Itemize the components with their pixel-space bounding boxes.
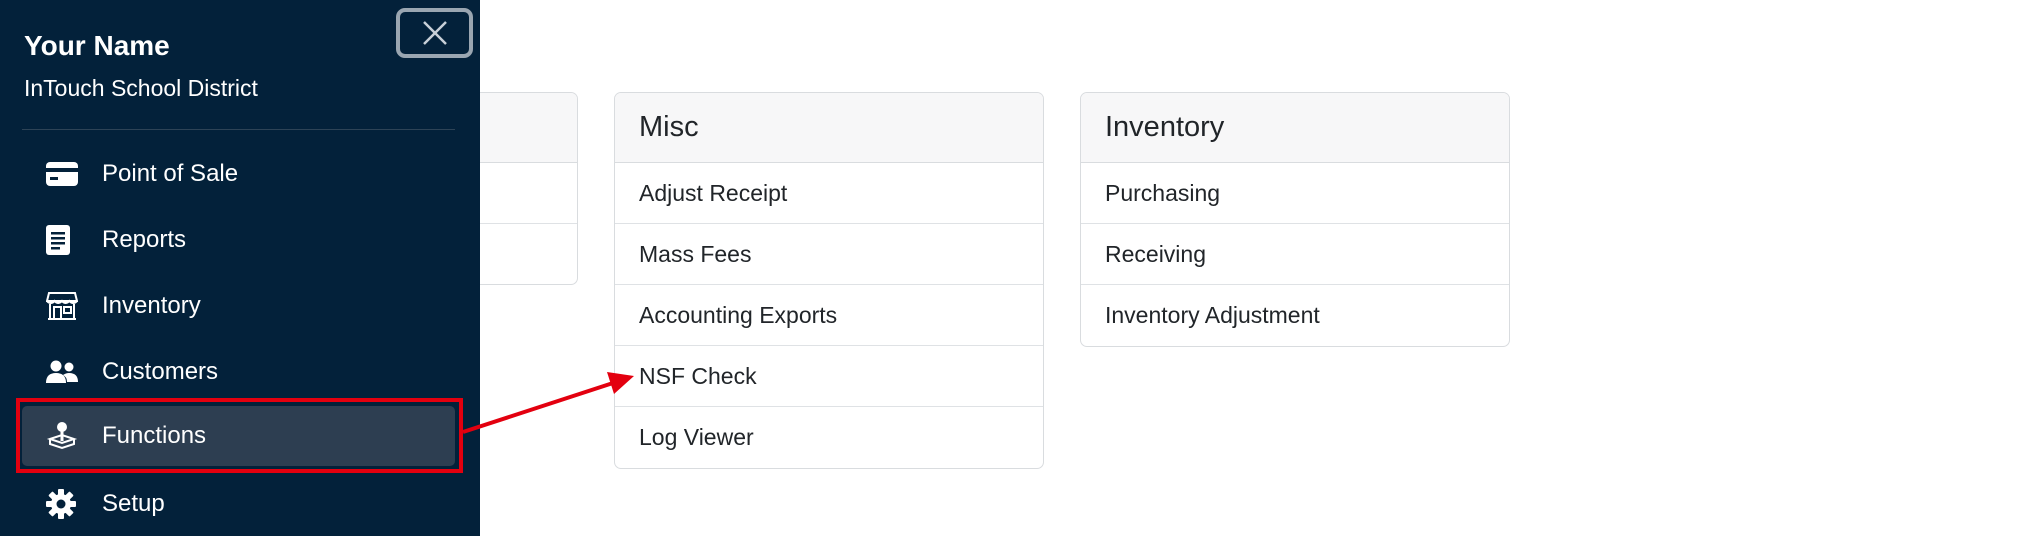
sidebar-item-label: Point of Sale bbox=[102, 160, 239, 187]
users-icon bbox=[22, 360, 102, 384]
close-icon bbox=[422, 21, 447, 45]
sidebar-item-customers[interactable]: Customers bbox=[22, 342, 455, 402]
inventory-card-title: Inventory bbox=[1081, 93, 1509, 163]
sidebar-item-inventory[interactable]: Inventory bbox=[22, 276, 455, 336]
document-icon bbox=[22, 225, 102, 255]
store-icon bbox=[22, 291, 102, 321]
menu-item-receiving[interactable]: Receiving bbox=[1081, 224, 1509, 285]
sidebar-item-label: Functions bbox=[102, 422, 207, 449]
credit-card-icon bbox=[22, 162, 102, 186]
menu-item-log-viewer[interactable]: Log Viewer bbox=[615, 407, 1043, 468]
joystick-icon bbox=[22, 421, 102, 451]
sidebar-item-label: Inventory bbox=[102, 292, 201, 319]
sidebar-item-label: Reports bbox=[102, 226, 187, 253]
menu-item-nsf-check[interactable]: NSF Check bbox=[615, 346, 1043, 407]
sidebar-divider bbox=[22, 129, 455, 130]
menu-item-adjust-receipt[interactable]: Adjust Receipt bbox=[615, 163, 1043, 224]
gear-icon bbox=[22, 489, 102, 519]
misc-card-title: Misc bbox=[615, 93, 1043, 163]
sidebar-item-label: Setup bbox=[102, 490, 165, 517]
sidebar-item-point-of-sale[interactable]: Point of Sale bbox=[22, 144, 455, 204]
close-sidebar-button[interactable] bbox=[396, 8, 473, 58]
sidebar: Your Name InTouch School District Point … bbox=[0, 0, 480, 536]
misc-card: Misc Adjust Receipt Mass Fees Accounting… bbox=[614, 92, 1044, 469]
menu-item-purchasing[interactable]: Purchasing bbox=[1081, 163, 1509, 224]
organization-name: InTouch School District bbox=[24, 75, 258, 101]
user-name: Your Name bbox=[24, 30, 170, 61]
inventory-card: Inventory Purchasing Receiving Inventory… bbox=[1080, 92, 1510, 347]
sidebar-item-functions[interactable]: Functions bbox=[22, 406, 455, 466]
menu-item-mass-fees[interactable]: Mass Fees bbox=[615, 224, 1043, 285]
menu-item-accounting-exports[interactable]: Accounting Exports bbox=[615, 285, 1043, 346]
sidebar-item-setup[interactable]: Setup bbox=[22, 474, 455, 534]
menu-item-inventory-adjustment[interactable]: Inventory Adjustment bbox=[1081, 285, 1509, 346]
sidebar-item-reports[interactable]: Reports bbox=[22, 210, 455, 270]
sidebar-item-label: Customers bbox=[102, 358, 219, 385]
